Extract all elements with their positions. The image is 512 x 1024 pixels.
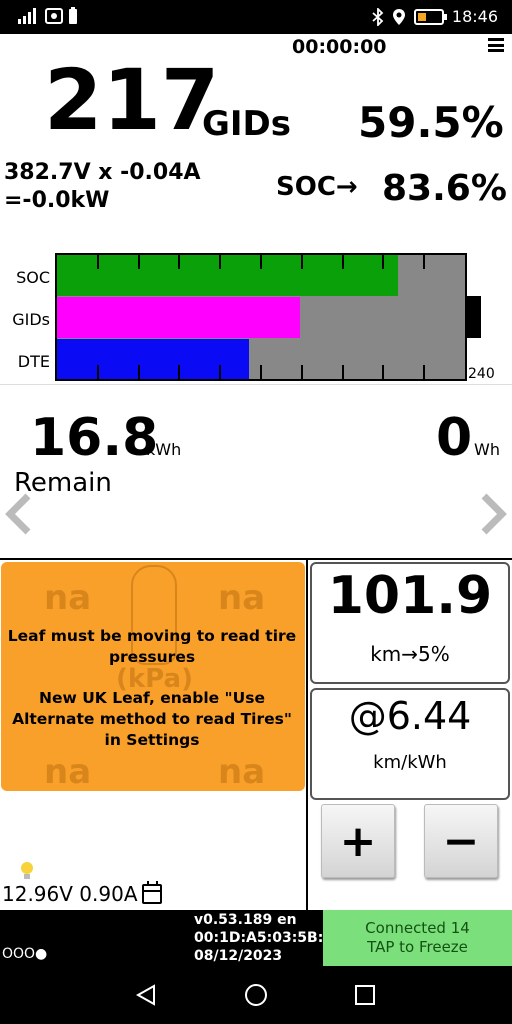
gallery-icon	[45, 8, 63, 24]
bar-tick	[178, 365, 180, 379]
bluetooth-icon	[372, 7, 384, 26]
tire-message-moving: Leaf must be moving to read tire pressur…	[7, 627, 297, 666]
soc-bar	[57, 255, 398, 296]
gids-value: 217	[44, 51, 220, 149]
location-icon	[392, 8, 405, 25]
chevron-left-icon[interactable]	[4, 492, 34, 536]
bar-tick	[219, 255, 221, 269]
column-divider	[306, 560, 308, 910]
tire-front-left: na	[44, 578, 92, 618]
bar-tick	[382, 365, 384, 379]
range-value: 101.9	[327, 566, 493, 626]
bar-max-label: 240	[468, 366, 495, 382]
soc-label: SOC→	[276, 172, 358, 202]
bar-tick	[382, 255, 384, 269]
bar-tick	[342, 255, 344, 269]
remain-kwh-value: 16.8	[30, 408, 159, 468]
hamburger-menu-icon[interactable]	[488, 38, 504, 52]
battery-bar-graph[interactable]	[55, 253, 467, 381]
version-label: v0.53.189 en	[194, 912, 297, 928]
calendar-icon[interactable]	[142, 881, 162, 904]
voltage-current: 382.7V x -0.04A	[4, 160, 201, 185]
version-info: v0.53.189 en 00:1D:A5:03:5B:3A 08/12/202…	[194, 911, 324, 965]
bar-tick	[219, 365, 221, 379]
range-subtitle: km→5%	[370, 642, 450, 666]
trip-timer[interactable]: 00:00:00	[292, 36, 387, 58]
remain-kwh-unit: kWh	[146, 440, 182, 459]
bar-tick	[178, 255, 180, 269]
recents-icon[interactable]	[354, 984, 376, 1006]
back-icon[interactable]	[134, 983, 158, 1007]
bar-tick	[260, 255, 262, 269]
used-wh-value: 0	[436, 408, 473, 468]
device-mac: 00:1D:A5:03:5B:3A	[194, 930, 324, 946]
status-bar-right: 18:46	[372, 7, 498, 26]
bar-tick	[138, 365, 140, 379]
battery-saver-icon	[69, 7, 77, 24]
gids-bar	[57, 297, 300, 338]
efficiency-value: @6.44	[348, 694, 472, 738]
status-time: 18:46	[451, 7, 498, 26]
android-nav-bar	[0, 966, 512, 1024]
aux-battery-reading: 12.96V 0.90A	[2, 882, 138, 906]
connection-freeze-button[interactable]: Connected 14 TAP to Freeze	[323, 910, 512, 966]
minus-button[interactable]: −	[424, 804, 498, 878]
current-date: 08/12/2023	[194, 948, 283, 964]
efficiency-unit: km/kWh	[373, 752, 447, 773]
signal-icon	[18, 8, 36, 24]
lightbulb-icon	[21, 862, 33, 879]
bar-tick	[342, 365, 344, 379]
bar-tick	[97, 255, 99, 269]
battery-icon	[413, 8, 447, 25]
power-reading: =-0.0kW	[4, 188, 110, 213]
bar-tick	[138, 255, 140, 269]
soc-value: 83.6%	[382, 168, 507, 209]
battery-terminal	[467, 296, 481, 338]
panel-divider	[0, 558, 512, 560]
home-icon[interactable]	[244, 983, 268, 1007]
bar-tick	[423, 255, 425, 269]
bar-tick	[97, 365, 99, 379]
bar-tick	[423, 365, 425, 379]
gids-label: GIDs	[202, 104, 292, 144]
bar-tick	[301, 255, 303, 269]
connection-dots: OOO●	[2, 946, 48, 962]
tap-to-freeze: TAP to Freeze	[367, 938, 468, 956]
bar-tick	[301, 365, 303, 379]
bar-label-dte: DTE	[17, 352, 50, 371]
connected-status: Connected 14	[365, 919, 470, 937]
chevron-right-icon[interactable]	[478, 492, 508, 536]
tire-message-uk-leaf: New UK Leaf, enable "Use Alternate metho…	[12, 689, 292, 749]
tire-rear-left: na	[44, 752, 92, 792]
status-bar: 18:46	[0, 0, 512, 34]
plus-button[interactable]: +	[321, 804, 395, 878]
tire-rear-right: na	[218, 752, 266, 792]
bar-label-gids: GIDs	[12, 310, 50, 329]
bar-tick	[260, 365, 262, 379]
used-wh-unit: Wh	[474, 440, 500, 459]
status-bar-left	[14, 7, 78, 25]
bar-label-soc: SOC	[16, 268, 50, 287]
tire-front-right: na	[218, 578, 266, 618]
gids-percent: 59.5%	[358, 98, 504, 147]
